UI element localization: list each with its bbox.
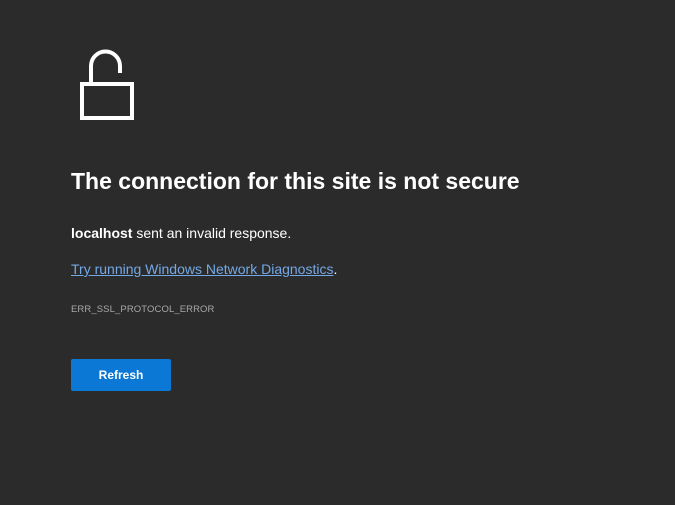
error-page: The connection for this site is not secu… xyxy=(0,0,675,505)
unlocked-padlock-icon xyxy=(80,49,134,120)
diagnostics-period: . xyxy=(333,261,338,277)
host-name: localhost xyxy=(71,225,133,241)
network-diagnostics-link[interactable]: Try running Windows Network Diagnostics xyxy=(71,261,333,277)
error-message: localhost sent an invalid response. xyxy=(71,225,291,241)
error-code: ERR_SSL_PROTOCOL_ERROR xyxy=(71,304,215,315)
refresh-button[interactable]: Refresh xyxy=(71,359,171,391)
diagnostics-line: Try running Windows Network Diagnostics. xyxy=(71,261,337,277)
page-title: The connection for this site is not secu… xyxy=(71,168,520,194)
message-text: sent an invalid response. xyxy=(132,225,292,241)
